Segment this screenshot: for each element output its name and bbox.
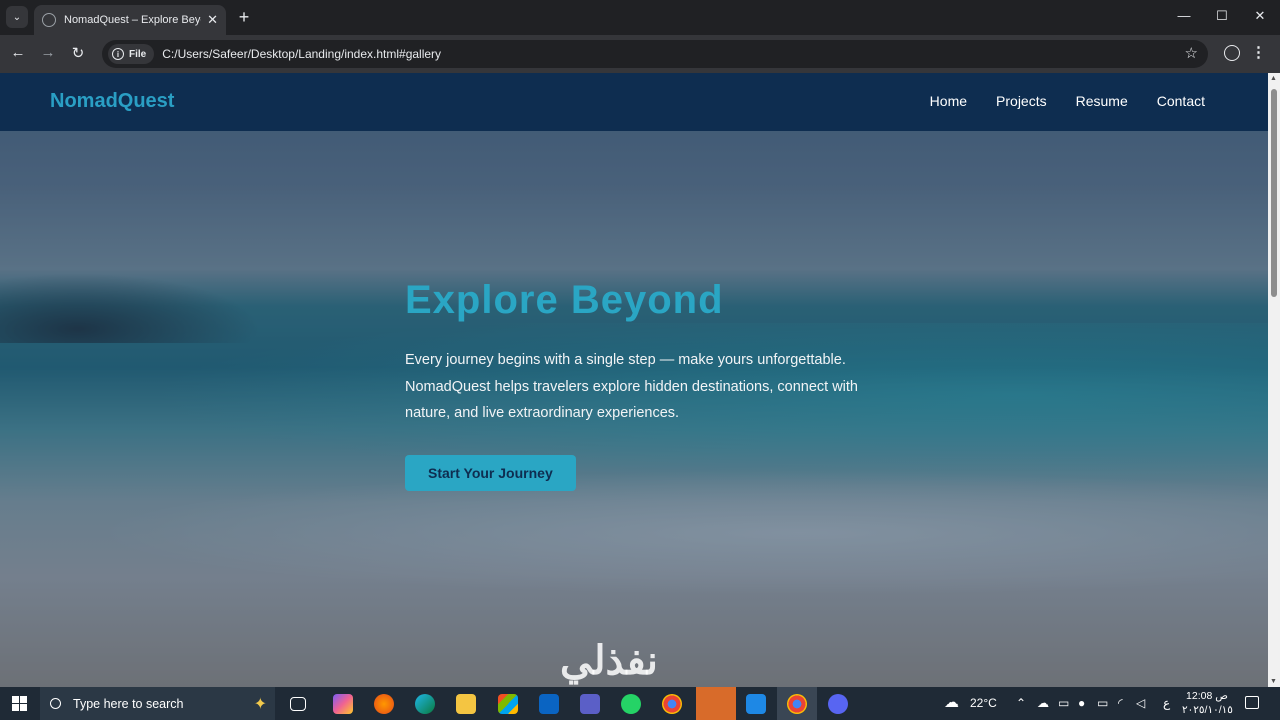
taskbar-app-active[interactable]: [696, 687, 736, 720]
clock-date: ٢٠٢٥/١٠/١٥: [1182, 704, 1233, 716]
site-logo[interactable]: NomadQuest: [50, 90, 174, 113]
whatsapp-icon[interactable]: [621, 694, 641, 714]
hero-section: Explore Beyond Every journey begins with…: [405, 278, 885, 491]
copilot-app-icon[interactable]: [333, 694, 353, 714]
microsoft-store-icon[interactable]: [498, 694, 518, 714]
maximize-button[interactable]: ☐: [1212, 8, 1232, 24]
weather-temperature[interactable]: 22°C: [970, 696, 997, 710]
nav-home[interactable]: Home: [930, 93, 967, 109]
windows-taskbar: Type here to search ✦ ☁ 22°C ⌃ ☁ ▭ ● ▭ ◜…: [0, 687, 1280, 720]
page-viewport: NomadQuest Home Projects Resume Contact …: [0, 73, 1268, 687]
site-header: NomadQuest Home Projects Resume Contact: [0, 73, 1268, 131]
browser-tab-strip: ⌄ NomadQuest – Explore Beyond ✕ + — ☐ ✕: [0, 0, 1280, 35]
nav-projects[interactable]: Projects: [996, 93, 1047, 109]
app-icon[interactable]: [580, 694, 600, 714]
bookmark-star-icon[interactable]: ☆: [1185, 44, 1198, 62]
close-tab-icon[interactable]: ✕: [207, 12, 218, 28]
taskbar-search-box[interactable]: Type here to search ✦: [40, 687, 275, 720]
taskbar-clock[interactable]: 12:08 ص ٢٠٢٥/١٠/١٥: [1182, 689, 1233, 717]
hero-title: Explore Beyond: [405, 278, 724, 322]
tab-title: NomadQuest – Explore Beyond: [64, 14, 201, 26]
scroll-down-arrow-icon[interactable]: ▼: [1270, 678, 1277, 685]
task-view-icon[interactable]: [290, 697, 306, 711]
firefox-icon[interactable]: [374, 694, 394, 714]
scroll-up-arrow-icon[interactable]: ▲: [1270, 75, 1277, 82]
battery-icon[interactable]: ▭: [1097, 696, 1108, 710]
forward-button[interactable]: →: [38, 44, 58, 61]
nav-contact[interactable]: Contact: [1157, 93, 1205, 109]
site-info-label: File: [129, 48, 147, 60]
windows-start-icon[interactable]: [12, 696, 27, 711]
device-icon[interactable]: ▭: [1058, 696, 1069, 710]
reload-button[interactable]: ↻: [68, 44, 88, 62]
hero-description: Every journey begins with a single step …: [405, 347, 885, 427]
site-nav: Home Projects Resume Contact: [930, 93, 1205, 109]
notification-icon[interactable]: [1245, 696, 1259, 709]
page-scrollbar[interactable]: ▲ ▼: [1268, 73, 1280, 687]
copilot-sparkle-icon: ✦: [253, 696, 267, 713]
discord-icon[interactable]: [828, 694, 848, 714]
chevron-up-icon[interactable]: ⌃: [1016, 696, 1026, 710]
input-language[interactable]: ع: [1163, 696, 1170, 710]
kebab-menu-icon[interactable]: ⋮: [1251, 43, 1266, 61]
start-journey-button[interactable]: Start Your Journey: [405, 454, 576, 491]
globe-icon: [42, 13, 56, 27]
back-button[interactable]: ←: [8, 44, 28, 61]
browser-toolbar: ← → ↻ i File C:/Users/Safeer/Desktop/Lan…: [0, 35, 1280, 73]
hero-line-1: Every journey begins with a single step …: [405, 352, 846, 368]
file-explorer-icon[interactable]: [456, 694, 476, 714]
address-bar[interactable]: i File C:/Users/Safeer/Desktop/Landing/i…: [102, 40, 1208, 68]
new-tab-button[interactable]: +: [234, 7, 254, 27]
outlook-icon[interactable]: [539, 694, 559, 714]
info-icon: i: [112, 48, 124, 60]
site-info-chip[interactable]: i File: [108, 44, 155, 64]
onedrive-icon[interactable]: ☁: [1037, 696, 1049, 710]
minimize-button[interactable]: —: [1174, 8, 1194, 23]
tab-search-button[interactable]: ⌄: [6, 6, 28, 28]
scrollbar-thumb[interactable]: [1271, 89, 1277, 297]
clock-time: 12:08 ص: [1186, 690, 1228, 702]
hero-line-2: NomadQuest helps travelers explore hidde…: [405, 378, 858, 395]
taskbar-search-placeholder: Type here to search: [73, 696, 184, 711]
window-close-button[interactable]: ✕: [1250, 8, 1270, 24]
url-text[interactable]: C:/Users/Safeer/Desktop/Landing/index.ht…: [162, 47, 441, 61]
search-icon: [50, 698, 61, 709]
browser-tab-active[interactable]: NomadQuest – Explore Beyond ✕: [34, 5, 226, 35]
chrome-icon[interactable]: [662, 694, 682, 714]
chrome-active-icon[interactable]: [787, 694, 807, 714]
edge-icon[interactable]: [415, 694, 435, 714]
nav-resume[interactable]: Resume: [1076, 93, 1128, 109]
vscode-icon[interactable]: [746, 694, 766, 714]
volume-icon[interactable]: ◁: [1136, 696, 1145, 710]
profile-icon[interactable]: [1224, 45, 1240, 61]
watermark-logo: نفذلي: [560, 639, 658, 683]
microphone-icon[interactable]: ●: [1078, 696, 1085, 710]
weather-icon[interactable]: ☁: [944, 693, 959, 711]
wifi-icon[interactable]: ◜: [1118, 696, 1123, 710]
hero-line-3: nature, and live extraordinary experienc…: [405, 405, 680, 421]
